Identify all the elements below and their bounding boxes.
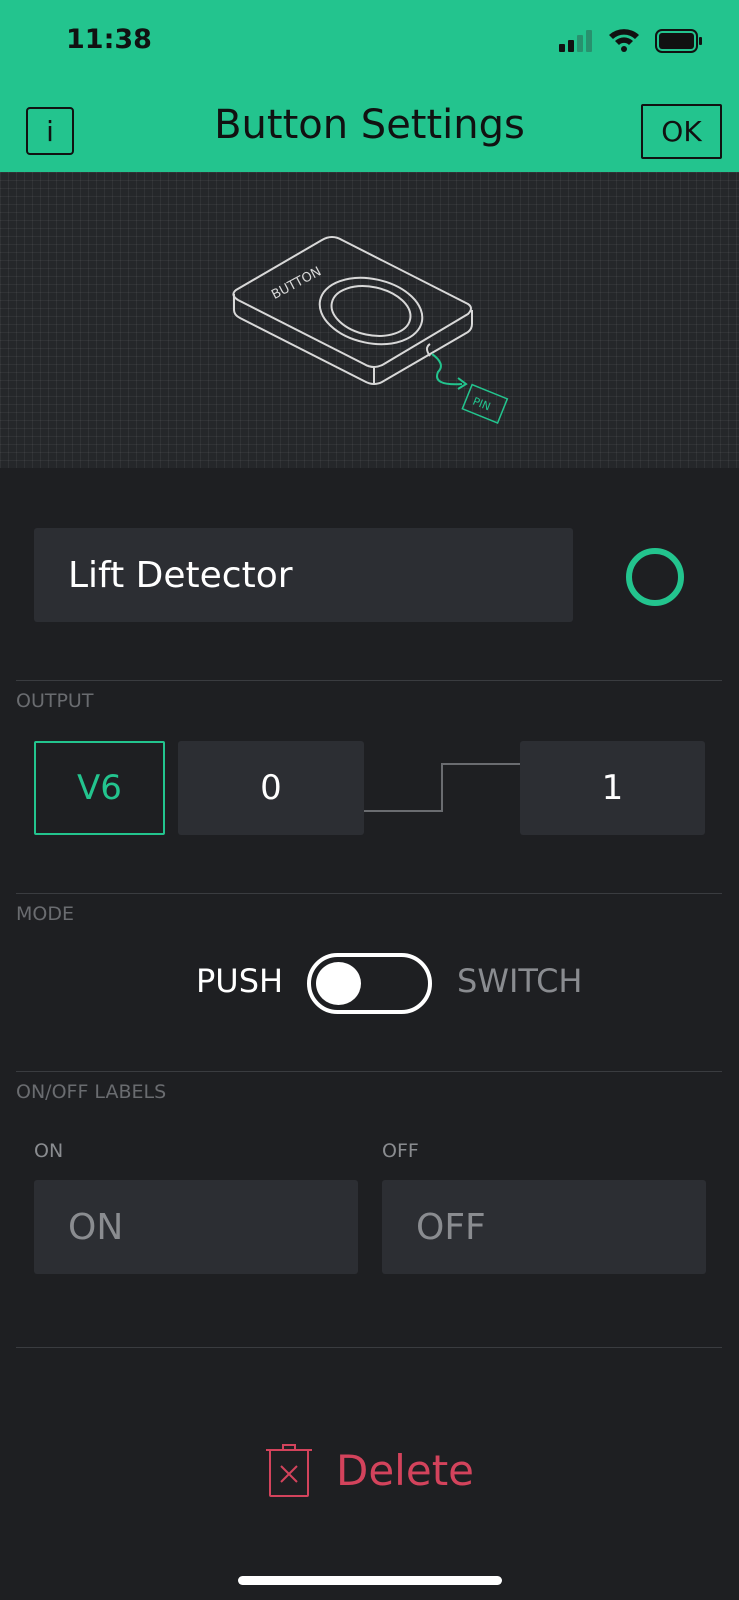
page-title: Button Settings	[214, 102, 525, 148]
on-caption: ON	[34, 1140, 64, 1162]
status-time: 11:38	[66, 24, 152, 55]
app-header: 11:38 i Button Settings OK	[0, 0, 739, 172]
ok-button[interactable]: OK	[641, 104, 722, 159]
output-section-label: OUTPUT	[16, 690, 94, 712]
divider	[16, 1347, 722, 1348]
widget-name-input[interactable]: Lift Detector	[34, 528, 573, 622]
mode-push-option[interactable]: PUSH	[196, 962, 283, 1000]
delete-label: Delete	[336, 1445, 474, 1495]
on-label-input[interactable]: ON	[34, 1180, 358, 1274]
delete-button[interactable]: Delete	[264, 1440, 474, 1500]
divider	[16, 680, 722, 681]
divider	[16, 1071, 722, 1072]
output-high-value-input[interactable]: 1	[520, 741, 705, 835]
widget-illustration: BUTTON PIN	[0, 172, 739, 468]
mode-toggle[interactable]	[307, 953, 432, 1014]
mode-switch-option[interactable]: SWITCH	[457, 962, 582, 1000]
output-pin-selector[interactable]: V6	[34, 741, 165, 835]
output-low-value-input[interactable]: 0	[178, 741, 364, 835]
trash-icon	[266, 1444, 312, 1497]
status-icons	[553, 28, 703, 54]
mode-section-label: MODE	[16, 903, 74, 925]
button-device-illustration: BUTTON PIN	[232, 236, 509, 424]
output-step-graphic	[364, 763, 520, 812]
pin-label: PIN	[471, 395, 493, 414]
color-picker-button[interactable]	[626, 548, 684, 606]
wifi-icon	[609, 29, 639, 52]
labels-section-label: ON/OFF LABELS	[16, 1081, 167, 1103]
battery-icon	[655, 29, 702, 53]
off-caption: OFF	[382, 1140, 419, 1162]
toggle-knob	[316, 962, 361, 1005]
home-indicator[interactable]	[238, 1576, 502, 1585]
device-label: BUTTON	[269, 264, 324, 303]
off-label-input[interactable]: OFF	[382, 1180, 706, 1274]
cellular-signal-icon	[559, 28, 595, 52]
divider	[16, 893, 722, 894]
